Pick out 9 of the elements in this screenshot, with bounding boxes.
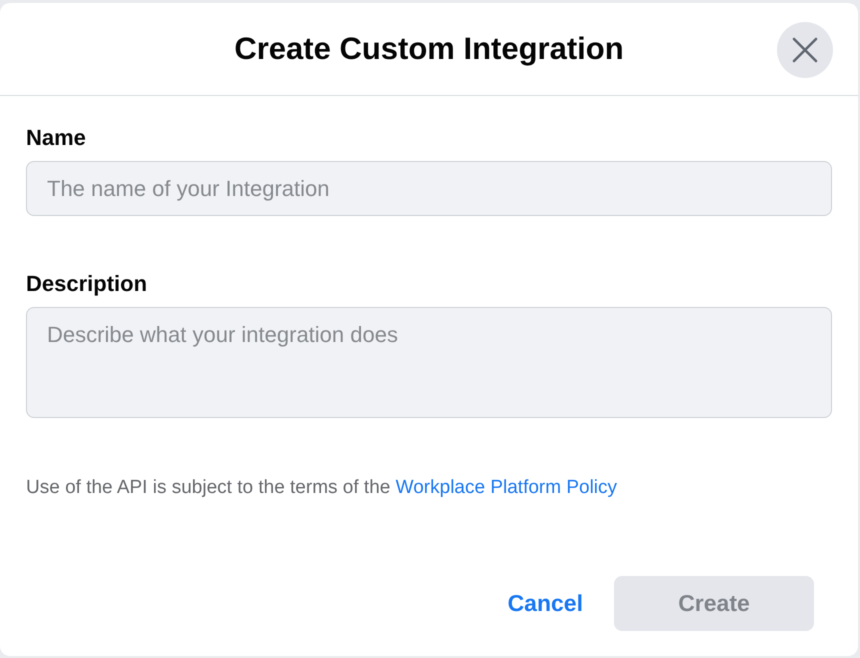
dialog-title: Create Custom Integration	[234, 30, 624, 68]
close-icon	[792, 37, 818, 63]
policy-link[interactable]: Workplace Platform Policy	[396, 477, 618, 498]
field-label: Description	[26, 272, 148, 296]
name-input-field[interactable]: The name of your Integration	[26, 161, 832, 216]
description-text-area[interactable]: Describe what your integration does	[26, 307, 832, 418]
field-label: Name	[26, 126, 86, 150]
policy-text: Use of the API is subject to the terms of the Workplace Platform Policy	[26, 477, 618, 499]
cancel-button[interactable]: Cancel	[494, 576, 597, 631]
